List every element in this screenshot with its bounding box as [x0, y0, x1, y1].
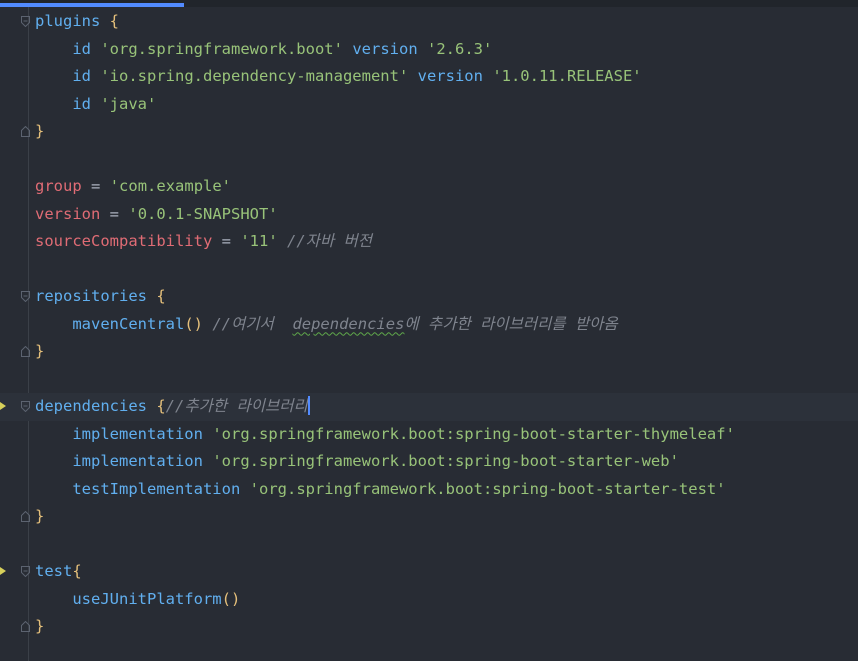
code-line[interactable]: repositories { [0, 283, 858, 311]
text-caret [307, 396, 310, 415]
dependencies-keyword: dependencies [35, 397, 147, 415]
id-keyword: id [72, 39, 91, 58]
code-line[interactable]: id 'org.springframework.boot' version '2… [0, 36, 858, 64]
code-line[interactable]: id 'java' [0, 91, 858, 119]
code-line[interactable]: version = '0.0.1-SNAPSHOT' [0, 201, 858, 229]
code-comment: //자바 버전 [287, 232, 373, 250]
code-line-current[interactable]: dependencies {//추가한 라이브러리 [0, 393, 858, 421]
code-line[interactable]: } [0, 503, 858, 531]
code-comment: //여기서 dependencies에 추가한 라이브러리를 받아옴 [212, 314, 618, 333]
plugin-version-string: '2.6.3' [427, 39, 493, 58]
code-line[interactable]: sourceCompatibility = '11' //자바 버전 [0, 228, 858, 256]
fold-end-icon[interactable] [21, 126, 30, 137]
equals-operator: = [109, 204, 120, 223]
run-gutter-icon[interactable] [0, 402, 6, 410]
spellcheck-warning[interactable]: dependencies [292, 315, 404, 333]
maven-central-call: mavenCentral [72, 314, 185, 333]
plugin-id-string: 'org.springframework.boot' [100, 39, 343, 58]
open-brace: { [109, 12, 120, 30]
close-brace: } [35, 342, 45, 360]
test-implementation-keyword: testImplementation [72, 479, 241, 498]
code-line[interactable]: id 'io.spring.dependency-management' ver… [0, 63, 858, 91]
fold-marker-icon[interactable] [21, 16, 30, 27]
equals-operator: = [221, 232, 231, 250]
editor-tab-bar [0, 0, 858, 7]
source-compatibility-property: sourceCompatibility [35, 232, 213, 250]
plugin-id-string: 'io.spring.dependency-management' [100, 67, 409, 85]
code-line[interactable]: implementation 'org.springframework.boot… [0, 421, 858, 449]
code-line[interactable]: mavenCentral() //여기서 dependencies에 추가한 라… [0, 311, 858, 339]
implementation-keyword: implementation [72, 452, 203, 470]
code-line[interactable]: useJUnitPlatform() [0, 586, 858, 614]
close-brace: } [35, 122, 45, 140]
group-property: group [35, 177, 82, 195]
fold-end-icon[interactable] [21, 511, 30, 522]
dependency-string: 'org.springframework.boot:spring-boot-st… [212, 452, 679, 470]
source-compatibility-value: '11' [240, 232, 278, 250]
id-keyword: id [72, 67, 91, 85]
version-keyword: version [417, 67, 483, 85]
implementation-keyword: implementation [72, 424, 203, 443]
version-keyword: version [352, 39, 418, 58]
repositories-keyword: repositories [35, 287, 147, 305]
use-junit-platform-call: useJUnitPlatform [72, 589, 222, 608]
fold-marker-icon[interactable] [21, 566, 30, 577]
id-keyword: id [72, 94, 91, 113]
code-editor[interactable]: plugins { id 'org.springframework.boot' … [0, 0, 858, 661]
close-brace: } [35, 507, 45, 525]
code-line[interactable]: group = 'com.example' [0, 173, 858, 201]
open-brace: { [156, 287, 166, 305]
version-value: '0.0.1-SNAPSHOT' [128, 204, 278, 223]
call-parens: () [184, 314, 203, 333]
fold-end-icon[interactable] [21, 346, 30, 357]
fold-end-icon[interactable] [21, 621, 30, 632]
plugin-version-string: '1.0.11.RELEASE' [492, 67, 642, 85]
equals-operator: = [91, 177, 101, 195]
fold-marker-icon[interactable] [21, 401, 30, 412]
run-gutter-icon[interactable] [0, 567, 6, 575]
call-parens: () [221, 589, 241, 608]
test-keyword: test [35, 562, 73, 580]
close-brace: } [35, 617, 45, 635]
plugin-id-string: 'java' [100, 94, 157, 113]
dependency-string: 'org.springframework.boot:spring-boot-st… [249, 479, 726, 498]
code-line[interactable]: testImplementation 'org.springframework.… [0, 476, 858, 504]
code-line[interactable]: } [0, 118, 858, 146]
code-line[interactable]: test{ [0, 558, 858, 586]
code-line[interactable]: implementation 'org.springframework.boot… [0, 448, 858, 476]
code-line[interactable]: } [0, 613, 858, 641]
open-brace: { [156, 397, 166, 415]
dependency-string: 'org.springframework.boot:spring-boot-st… [212, 424, 735, 443]
code-line[interactable]: } [0, 338, 858, 366]
version-property: version [35, 204, 101, 223]
group-value: 'com.example' [109, 177, 232, 195]
code-comment: //추가한 라이브러리 [165, 397, 308, 415]
code-line[interactable]: plugins { [0, 8, 858, 36]
plugins-keyword: plugins [35, 12, 101, 30]
fold-marker-icon[interactable] [21, 291, 30, 302]
open-brace: { [72, 562, 82, 580]
